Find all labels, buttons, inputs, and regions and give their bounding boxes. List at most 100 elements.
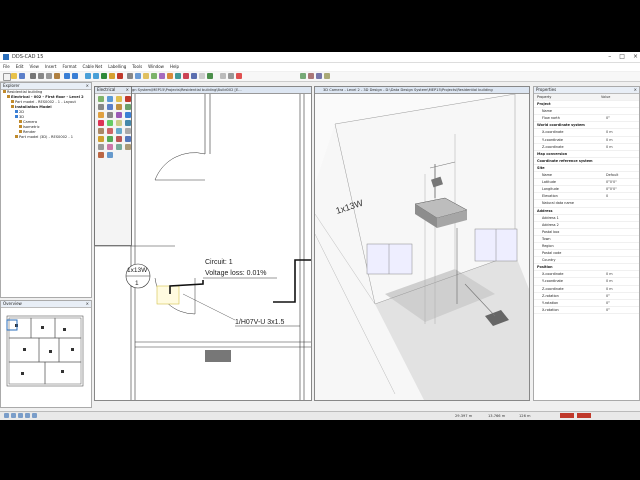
redraw-icon[interactable]: [117, 73, 123, 79]
close-button[interactable]: ×: [633, 53, 638, 60]
property-value[interactable]: 0 m: [606, 144, 639, 150]
junction-box-icon[interactable]: [116, 104, 122, 110]
overview-minimap[interactable]: [1, 308, 91, 408]
status-icon[interactable]: [18, 413, 23, 418]
route-icon[interactable]: [125, 144, 131, 150]
cut-icon[interactable]: [38, 73, 44, 79]
property-row[interactable]: Flow north 0°: [534, 115, 639, 123]
distribution-icon[interactable]: [125, 96, 131, 102]
menu-format[interactable]: Format: [59, 63, 79, 71]
layer-icon[interactable]: [127, 73, 133, 79]
drawing-3d-view[interactable]: 3D Camera - Level 2 - 3D Design - D:\Dat…: [314, 86, 530, 401]
building-3d-model[interactable]: 1x13W: [315, 93, 530, 401]
property-value[interactable]: 0°0'0": [606, 179, 639, 185]
export-icon[interactable]: [207, 73, 213, 79]
property-row[interactable]: Town: [534, 236, 639, 243]
property-value[interactable]: 0°: [606, 115, 639, 121]
redo-icon[interactable]: [72, 73, 78, 79]
property-row[interactable]: Name Default: [534, 172, 639, 180]
snap-icon[interactable]: [143, 73, 149, 79]
property-row[interactable]: Elevation 0: [534, 193, 639, 201]
copy-icon[interactable]: [46, 73, 52, 79]
zoom-extents-icon[interactable]: [101, 73, 107, 79]
property-value[interactable]: 0°0'0": [606, 186, 639, 192]
data-outlet-icon[interactable]: [107, 104, 113, 110]
speaker-icon[interactable]: [125, 128, 131, 134]
pv-icon[interactable]: [98, 136, 104, 142]
property-row[interactable]: Z-coordinate 0 m: [534, 144, 639, 151]
property-value[interactable]: [606, 236, 639, 242]
earthing-icon[interactable]: [107, 120, 113, 126]
property-row[interactable]: Name: [534, 108, 639, 116]
property-section-row[interactable]: Site: [534, 165, 639, 173]
check-icon[interactable]: [183, 73, 189, 79]
property-row[interactable]: Z-coordinate 0 m: [534, 286, 639, 293]
property-value[interactable]: [601, 158, 639, 164]
meter-icon[interactable]: [107, 136, 113, 142]
tool-icon[interactable]: [308, 73, 314, 79]
property-value[interactable]: [606, 215, 639, 221]
property-value[interactable]: 0: [606, 193, 639, 199]
paste-icon[interactable]: [54, 73, 60, 79]
property-section-row[interactable]: Position: [534, 264, 639, 272]
property-value[interactable]: 0 m: [606, 286, 639, 292]
conduit-icon[interactable]: [107, 112, 113, 118]
property-value[interactable]: 0°: [606, 300, 639, 306]
pan-icon[interactable]: [109, 73, 115, 79]
menu-help[interactable]: Help: [167, 63, 182, 71]
status-indicator[interactable]: [577, 413, 591, 418]
property-row[interactable]: Region: [534, 243, 639, 251]
undo-icon[interactable]: [64, 73, 70, 79]
fuse-icon[interactable]: [116, 136, 122, 142]
motor-icon[interactable]: [98, 128, 104, 134]
property-value[interactable]: [601, 208, 639, 214]
close-icon[interactable]: ×: [86, 83, 89, 89]
new-file-icon[interactable]: [3, 73, 11, 81]
property-value[interactable]: [601, 101, 639, 107]
menu-tools[interactable]: Tools: [129, 63, 145, 71]
property-value[interactable]: 0°: [606, 307, 639, 313]
property-value[interactable]: 0 m: [606, 278, 639, 284]
menu-insert[interactable]: Insert: [42, 63, 59, 71]
property-row[interactable]: X-rotation 0°: [534, 307, 639, 314]
menu-view[interactable]: View: [26, 63, 42, 71]
property-row[interactable]: Longitude 0°0'0": [534, 186, 639, 194]
menu-window[interactable]: Window: [145, 63, 167, 71]
close-icon[interactable]: ×: [126, 87, 129, 93]
label-icon[interactable]: [107, 144, 113, 150]
maximize-button[interactable]: □: [619, 53, 625, 60]
breaker-icon[interactable]: [125, 136, 131, 142]
property-row[interactable]: Postal box: [534, 229, 639, 236]
menu-file[interactable]: File: [0, 63, 13, 71]
switch-icon[interactable]: [107, 96, 113, 102]
report-icon[interactable]: [191, 73, 197, 79]
property-row[interactable]: Address 1: [534, 215, 639, 222]
wire-icon[interactable]: [98, 144, 104, 150]
minimize-button[interactable]: –: [608, 53, 611, 60]
measure-icon[interactable]: [220, 73, 226, 79]
property-value[interactable]: [606, 108, 639, 114]
property-row[interactable]: Y-rotation 0°: [534, 300, 639, 307]
render-icon[interactable]: [159, 73, 165, 79]
cable-tray-icon[interactable]: [98, 104, 104, 110]
open-folder-icon[interactable]: [11, 73, 17, 79]
grid-icon[interactable]: [135, 73, 141, 79]
property-row[interactable]: Postal code: [534, 250, 639, 258]
menu-edit[interactable]: Edit: [13, 63, 27, 71]
property-section-row[interactable]: Address: [534, 208, 639, 215]
camera-icon[interactable]: [116, 128, 122, 134]
panel-icon[interactable]: [98, 152, 104, 158]
property-value[interactable]: [606, 229, 639, 235]
property-row[interactable]: X-coordinate 0 m: [534, 271, 639, 279]
property-row[interactable]: Z-rotation 0°: [534, 293, 639, 300]
status-icon[interactable]: [11, 413, 16, 418]
property-value[interactable]: [606, 200, 639, 206]
print-icon[interactable]: [30, 73, 36, 79]
property-section-row[interactable]: Coordinate reference system: [534, 158, 639, 165]
fan-icon[interactable]: [116, 120, 122, 126]
luminaire-icon[interactable]: [116, 96, 122, 102]
property-value[interactable]: [601, 151, 639, 157]
status-icon[interactable]: [25, 413, 30, 418]
property-value[interactable]: 0 m: [606, 129, 639, 135]
property-value[interactable]: 0°: [606, 293, 639, 299]
